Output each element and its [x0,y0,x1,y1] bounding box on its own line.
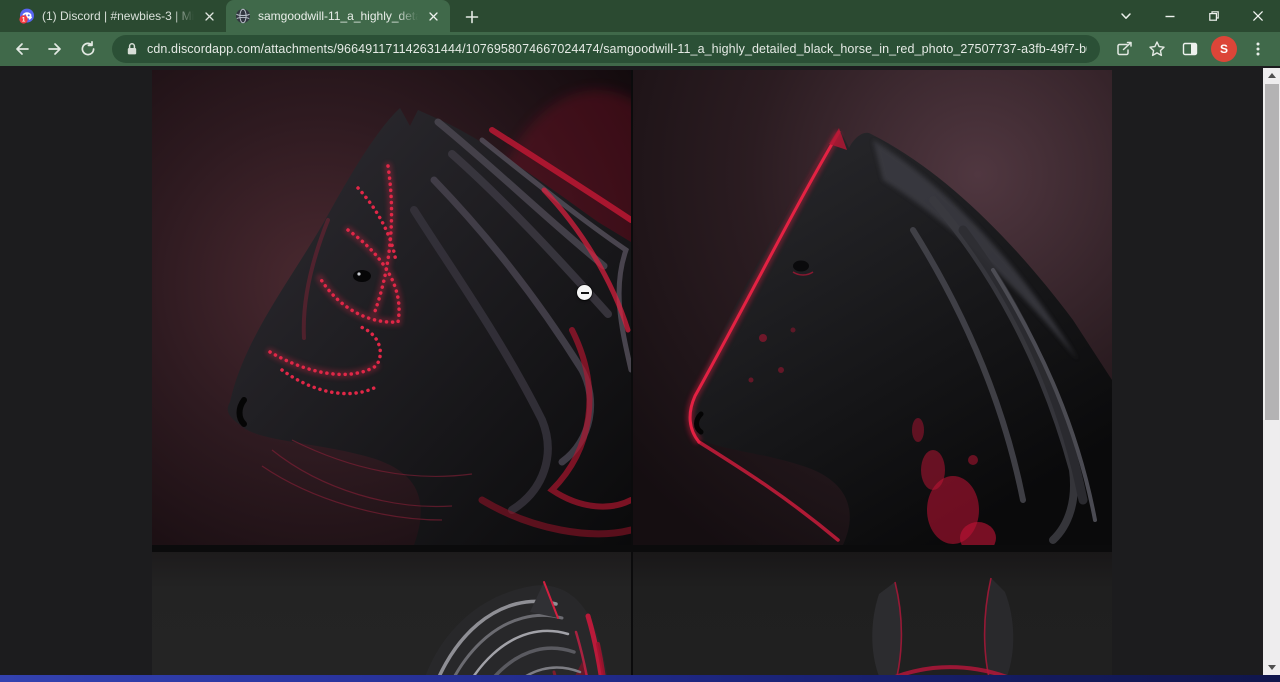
horse-image-bottom-left[interactable] [152,552,631,675]
browser-window: 1 (1) Discord | #newbies-3 | Midjou samg… [0,0,1280,682]
url-text: cdn.discordapp.com/attachments/966491171… [147,42,1087,56]
toolbar: cdn.discordapp.com/attachments/966491171… [0,32,1280,66]
tab-close-icon[interactable] [201,8,217,24]
tab-image[interactable]: samgoodwill-11_a_highly_detaile [226,0,450,32]
scrollbar-track[interactable] [1263,83,1280,660]
tab-search-chevron-icon[interactable] [1104,0,1148,32]
tab-title: samgoodwill-11_a_highly_detaile [258,9,418,23]
share-icon[interactable] [1109,34,1139,64]
vertical-scrollbar[interactable] [1263,68,1280,675]
window-controls [1104,0,1280,32]
horse-image-bottom-right[interactable] [633,552,1112,675]
tab-discord[interactable]: 1 (1) Discord | #newbies-3 | Midjou [10,0,226,32]
horse-image-top-left[interactable] [152,70,631,545]
close-window-button[interactable] [1236,0,1280,32]
scrollbar-thumb[interactable] [1265,84,1279,420]
address-bar[interactable]: cdn.discordapp.com/attachments/966491171… [112,35,1100,63]
new-tab-button[interactable] [458,3,486,31]
forward-button[interactable] [40,34,70,64]
tab-strip: 1 (1) Discord | #newbies-3 | Midjou samg… [0,0,1280,32]
taskbar-edge [0,675,1280,682]
side-panel-icon[interactable] [1175,34,1205,64]
image-grid [152,70,1112,675]
notification-badge: 1 [22,17,26,24]
minimize-button[interactable] [1148,0,1192,32]
bookmark-star-icon[interactable] [1142,34,1172,64]
globe-favicon-icon [235,8,251,24]
scrollbar-down-arrow[interactable] [1263,660,1280,675]
restore-button[interactable] [1192,0,1236,32]
reload-button[interactable] [73,34,103,64]
horse-image-top-right[interactable] [633,70,1112,545]
profile-avatar[interactable]: S [1211,36,1237,62]
tab-close-icon[interactable] [425,8,441,24]
menu-dots-icon[interactable] [1243,34,1273,64]
scrollbar-up-arrow[interactable] [1263,68,1280,83]
back-button[interactable] [7,34,37,64]
page-content [0,66,1280,675]
lock-icon [125,41,139,57]
zoom-out-cursor-icon [577,285,592,300]
discord-favicon-icon: 1 [19,8,35,24]
tab-title: (1) Discord | #newbies-3 | Midjou [42,9,194,23]
